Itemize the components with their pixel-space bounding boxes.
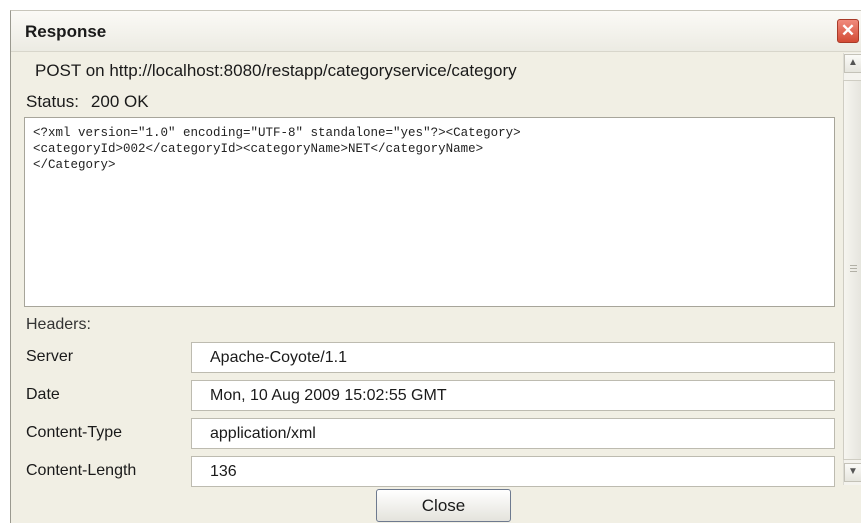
status-label: Status: [26,92,79,111]
grip-line [850,271,857,272]
title-bar[interactable]: Response ✕ [11,11,861,52]
grip-line [850,268,857,269]
header-name-server: Server [26,348,74,365]
header-name-content-type: Content-Type [26,424,123,441]
chevron-up-icon[interactable]: ▲ [844,54,861,73]
response-body-area[interactable]: <?xml version="1.0" encoding="UTF-8" sta… [24,117,835,307]
response-dialog: Response ✕ ▲ ▼ POST on http://localhost:… [10,10,861,523]
header-value-content-length[interactable]: 136 [191,456,835,487]
header-value-server[interactable]: Apache-Coyote/1.1 [191,342,835,373]
status-value: 200 OK [90,92,149,111]
status-line: Status: 200 OK [26,92,149,112]
chevron-down-icon[interactable]: ▼ [844,463,861,482]
dialog-title: Response [25,22,107,41]
close-icon[interactable]: ✕ [837,19,859,43]
grip-line [850,265,857,266]
request-line: POST on http://localhost:8080/restapp/ca… [35,61,517,80]
header-value-date[interactable]: Mon, 10 Aug 2009 15:02:55 GMT [191,380,835,411]
scrollbar-thumb[interactable] [843,80,861,460]
header-name-content-length: Content-Length [26,462,137,479]
header-value-content-type[interactable]: application/xml [191,418,835,449]
headers-label: Headers: [26,316,91,333]
close-button[interactable]: Close [376,489,511,522]
response-body-text[interactable]: <?xml version="1.0" encoding="UTF-8" sta… [33,125,826,173]
header-name-date: Date [26,386,60,403]
